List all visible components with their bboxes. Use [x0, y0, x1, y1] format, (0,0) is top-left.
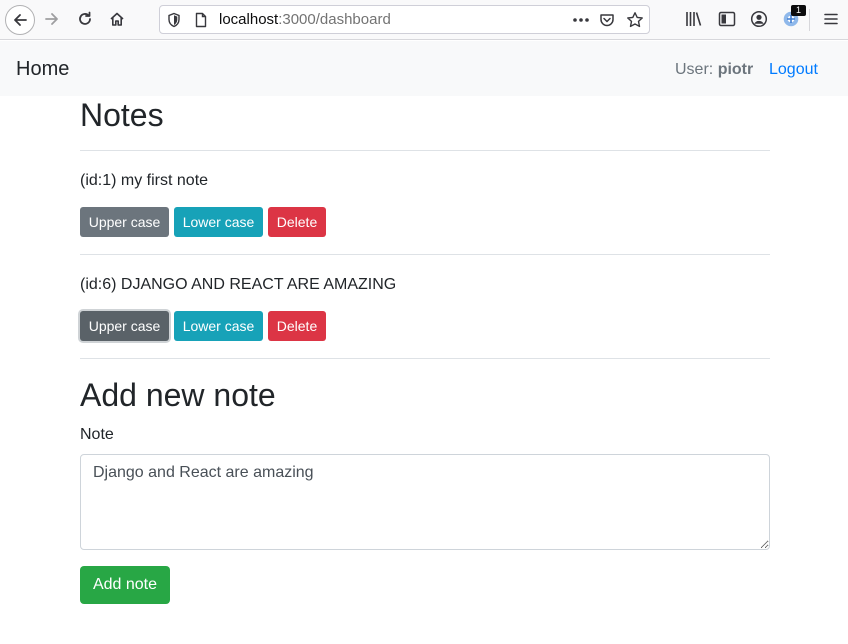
home-link[interactable]: Home	[16, 57, 69, 81]
add-note-button[interactable]: Add note	[80, 566, 170, 604]
note-label: Note	[80, 426, 114, 443]
url-text[interactable]: localhost:3000/dashboard	[219, 12, 391, 28]
username: piotr	[717, 61, 754, 78]
logout-link[interactable]: Logout	[769, 60, 818, 79]
divider	[80, 150, 770, 151]
shield-icon[interactable]	[166, 12, 182, 28]
toolbar-separator	[809, 9, 810, 31]
note-text: (id:6) DJANGO AND REACT ARE AMAZING	[80, 276, 397, 293]
divider	[80, 358, 770, 359]
sidebar-toggle-icon[interactable]	[716, 8, 738, 30]
browser-toolbar: localhost:3000/dashboard 1	[0, 0, 848, 40]
url-host: localhost	[219, 11, 279, 28]
user-prefix: User:	[675, 61, 714, 78]
page-title: Notes	[80, 97, 164, 133]
library-icon[interactable]	[683, 8, 705, 30]
upper-case-button[interactable]: Upper case	[80, 207, 169, 237]
add-note-heading: Add new note	[80, 377, 276, 413]
url-path: :3000/dashboard	[278, 11, 391, 28]
home-icon[interactable]	[105, 7, 129, 31]
divider	[80, 254, 770, 255]
page-icon[interactable]	[193, 12, 209, 28]
forward-icon[interactable]	[40, 7, 64, 31]
delete-button[interactable]: Delete	[268, 311, 326, 341]
hamburger-menu-icon[interactable]	[820, 8, 842, 30]
account-icon[interactable]	[748, 8, 770, 30]
navbar: Home User: piotr Logout	[0, 41, 848, 96]
delete-button[interactable]: Delete	[268, 207, 326, 237]
back-icon[interactable]	[5, 5, 35, 35]
extension-badge: 1	[791, 5, 806, 16]
reload-icon[interactable]	[73, 7, 97, 31]
lower-case-button[interactable]: Lower case	[174, 207, 263, 237]
user-info: User: piotr	[675, 60, 753, 79]
upper-case-button[interactable]: Upper case	[80, 311, 169, 341]
note-textarea[interactable]: Django and React are amazing	[80, 454, 770, 550]
pocket-icon[interactable]	[599, 12, 615, 28]
more-icon[interactable]	[571, 11, 591, 29]
url-bar[interactable]: localhost:3000/dashboard	[159, 5, 650, 34]
lower-case-button[interactable]: Lower case	[174, 311, 263, 341]
note-text: (id:1) my first note	[80, 172, 209, 189]
bookmark-star-icon[interactable]	[626, 11, 644, 29]
